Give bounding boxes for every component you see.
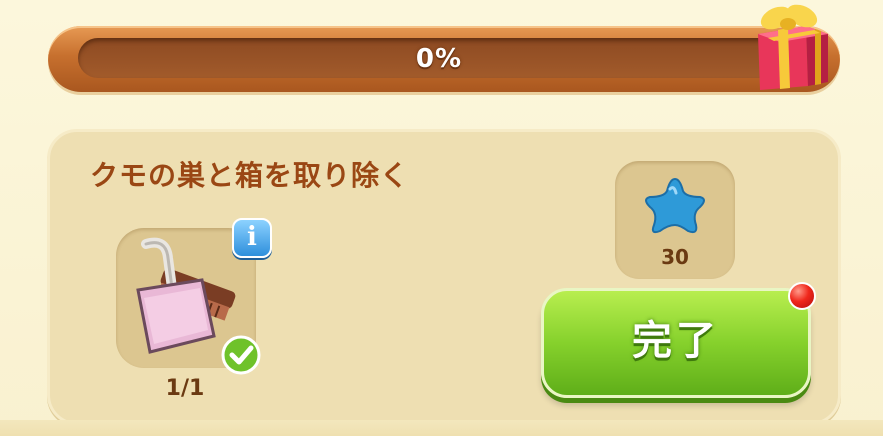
check-icon [221,335,261,375]
progress-track: 0% [78,38,800,78]
complete-button[interactable]: 完了 [541,288,811,398]
task-title: クモの巣と箱を取り除く [90,159,410,192]
info-button[interactable]: i [232,218,272,258]
gift-box-icon[interactable] [748,0,832,92]
progress-bar: 0% [48,26,840,92]
task-panel: クモの巣と箱を取り除く i 1/1 30 完了 [47,129,841,425]
bottom-strip [0,420,883,436]
reward-amount: 30 [661,245,689,269]
tool-count: 1/1 [165,376,205,401]
reward-slot: 30 [615,161,735,279]
progress-label: 0% [415,44,463,74]
blue-star-icon [645,177,705,234]
notification-dot [788,282,816,310]
task-screen: 0% クモの巣と箱を取り除く i 1/1 30 完了 [0,0,883,436]
